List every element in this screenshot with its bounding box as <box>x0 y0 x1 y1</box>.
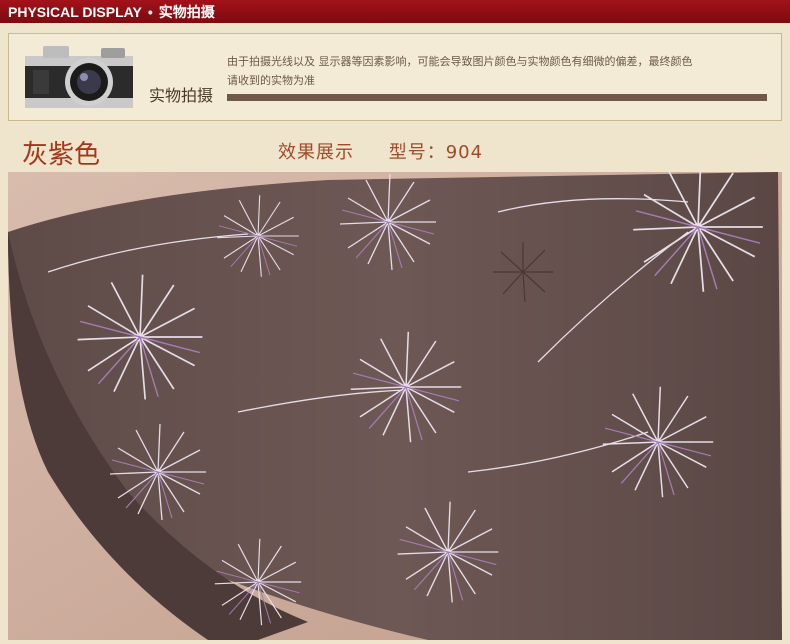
photo-notice-panel: 实物拍摄 由于拍摄光线以及 显示器等因素影响，可能会导致图片颜色与实物颜色有细微… <box>8 33 782 121</box>
display-caption: 效果展示 型号：904 <box>278 138 483 164</box>
color-name: 灰紫色 <box>22 140 101 170</box>
header-title-cn: 实物拍摄 <box>158 3 215 20</box>
notice-line-2: 请收到的实物为准 <box>227 74 315 87</box>
caption-label: 效果展示 <box>278 142 354 163</box>
model-number: 904 <box>445 142 484 163</box>
divider-bar <box>227 94 767 101</box>
camera-icon <box>21 42 139 112</box>
product-title-row: 灰紫色 效果展示 型号：904 <box>0 128 790 172</box>
wallpaper-photo <box>8 172 782 640</box>
model-label: 型号： <box>388 142 446 163</box>
header-separator: • <box>147 3 153 20</box>
notice-line-1: 由于拍摄光线以及 显示器等因素影响，可能会导致图片颜色与实物颜色有细微的偏差，最… <box>227 55 693 68</box>
notice-text: 由于拍摄光线以及 显示器等因素影响，可能会导致图片颜色与实物颜色有细微的偏差，最… <box>227 52 767 90</box>
header-title-en: PHYSICAL DISPLAY <box>8 3 142 20</box>
notice-label: 实物拍摄 <box>149 86 214 105</box>
header-bar: PHYSICAL DISPLAY • 实物拍摄 <box>0 0 790 23</box>
